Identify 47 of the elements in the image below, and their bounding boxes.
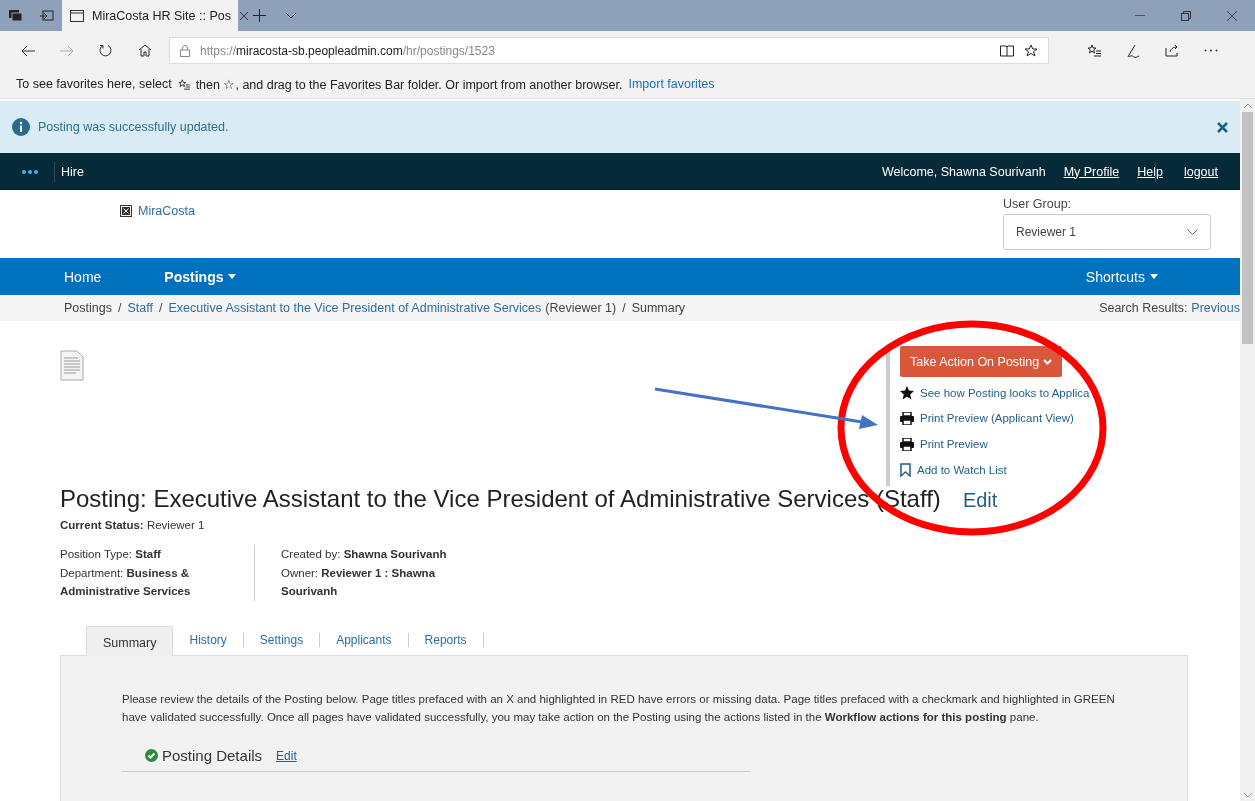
edit-link[interactable]: Edit [962, 489, 998, 512]
take-action-button[interactable]: Take Action On Posting [900, 346, 1063, 377]
previous-link[interactable]: Previous [1191, 301, 1240, 315]
user-group-label: User Group: [1003, 197, 1073, 211]
action-link[interactable]: See how Posting looks to Applica [920, 386, 1090, 399]
favorites-hint-text: To see favorites here, select [16, 77, 172, 91]
logo-link[interactable]: MiraCosta [138, 204, 195, 218]
breadcrumb-text: Postings [64, 301, 112, 315]
breadcrumb-link[interactable]: Executive Assistant to the Vice President of Administrative Services [168, 301, 542, 315]
action-link[interactable]: Print Preview (Applicant View) [920, 412, 1074, 424]
app-name[interactable]: Hire [61, 164, 84, 179]
address-bar[interactable]: https://miracosta-sb.peopleadmin.com/hr/postings/1523 [169, 37, 1049, 64]
breadcrumb-text: (Reviewer 1) [545, 301, 617, 315]
nav-link[interactable]: Help [1137, 164, 1163, 179]
detail-text: Created by: Shawna Sourivanh [281, 547, 448, 562]
user-group-select[interactable]: Reviewer 1 [1003, 214, 1211, 250]
nav-menu-item[interactable]: Postings [164, 268, 237, 285]
current-status: Current Status: Reviewer 1 [60, 519, 206, 531]
nav-link[interactable]: logout [1183, 164, 1218, 179]
favorites-hint-text: then ☆, and drag to the Favorites Bar folder. Or import from another browser. [195, 76, 623, 92]
detail-text: Department: Business & Administrative Services [60, 566, 192, 599]
tab[interactable]: Summary [86, 626, 174, 656]
tab[interactable]: Settings [243, 633, 321, 647]
detail-text: Position Type: Staff [60, 547, 162, 562]
search-results-label: Search Results: [1099, 301, 1188, 315]
detail-text: Owner: Reviewer 1 : Shawna Sourivanh [281, 566, 437, 599]
alert-message: Posting was successfully updated. [38, 120, 230, 134]
url-text: https://miracosta-sb.peopleadmin.com/hr/postings/1523 [200, 43, 496, 58]
action-link[interactable]: Print Preview [920, 438, 988, 450]
action-link[interactable]: Add to Watch List [917, 463, 1007, 476]
tab-title: MiraCosta HR Site :: Pos [92, 8, 231, 23]
welcome-text: Welcome, Shawna Sourivanh [881, 164, 1046, 179]
import-favorites-link[interactable]: Import favorites [628, 77, 715, 91]
breadcrumb-separator: / [622, 301, 626, 315]
section-title: Posting Details [162, 747, 263, 764]
tab[interactable]: History [173, 633, 244, 647]
nav-menu-item[interactable]: Shortcuts [1085, 268, 1158, 285]
breadcrumb-text: Summary [631, 301, 686, 315]
nav-menu-item[interactable]: Home [64, 268, 102, 285]
breadcrumb-separator: / [158, 301, 163, 315]
breadcrumb-separator: / [117, 301, 122, 315]
breadcrumb-link[interactable]: Staff [127, 301, 153, 315]
tab[interactable]: Applicants [320, 633, 409, 647]
instructions-text: Please review the details of the Posting below. Page titles prefaced with an X and highlighted in RED have errors or missing data. Page titles prefaced with a checkmark and highlighted in GREEN have validated successfully. Once all pages have validated successfully, you may take action on the Posting using the actions listed in the Workflow actions for this posting pane. [122, 692, 1116, 725]
edit-link[interactable]: Edit [276, 748, 297, 763]
tab[interactable]: Reports [408, 633, 484, 647]
nav-link[interactable]: My Profile [1063, 164, 1120, 179]
